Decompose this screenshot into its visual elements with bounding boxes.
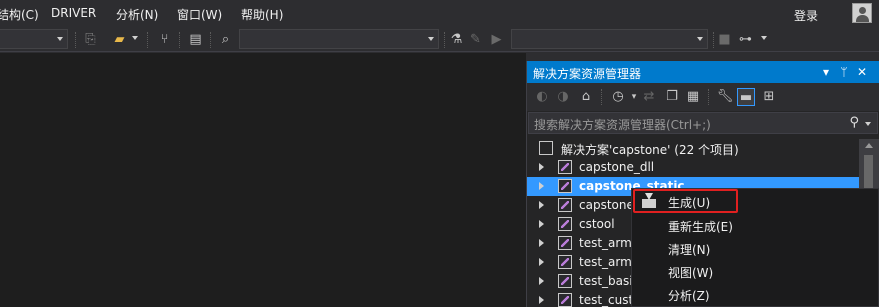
avatar[interactable] <box>852 3 872 23</box>
config-dropdown[interactable] <box>0 29 68 49</box>
context-menu-view[interactable]: 视图(W) <box>632 260 879 282</box>
cpp-project-icon <box>558 160 572 174</box>
toolbar-separator <box>601 89 602 105</box>
expand-arrow-icon[interactable] <box>539 182 544 190</box>
find-icon[interactable]: ⌕ <box>217 31 234 48</box>
stop-icon[interactable]: ■ <box>716 31 733 48</box>
menu-driver[interactable]: DRIVER <box>51 6 96 20</box>
cpp-project-icon <box>558 255 572 269</box>
expand-arrow-icon[interactable] <box>539 201 544 209</box>
hierarchy-icon[interactable]: ⊶ <box>737 31 754 48</box>
properties-icon[interactable]: 🔧︎ <box>716 88 734 106</box>
expand-arrow-icon[interactable] <box>539 220 544 228</box>
context-menu-rebuild[interactable]: 重新生成(E) <box>632 214 879 236</box>
search-options-dropdown-icon[interactable] <box>865 122 871 126</box>
toolbar-separator <box>444 32 445 48</box>
scroll-up-arrow-icon[interactable] <box>865 143 873 148</box>
toolbar-separator <box>708 89 709 105</box>
cpp-project-icon <box>558 198 572 212</box>
menu-bar: 结构(C) DRIVER 分析(N) 窗口(W) 帮助(H) 登录 <box>0 0 879 28</box>
tree-row-capstone-dll[interactable]: capstone_dll <box>527 158 859 177</box>
edit-icon[interactable]: ✎ <box>467 31 484 48</box>
attach-icon[interactable]: ⎘ <box>82 31 99 48</box>
expand-arrow-icon[interactable] <box>539 258 544 266</box>
pin-icon[interactable]: ᛘ <box>836 63 852 81</box>
play-icon[interactable]: ▶ <box>488 31 505 48</box>
cpp-project-icon <box>558 179 572 193</box>
search-input[interactable]: 搜索解决方案资源管理器(Ctrl+;) <box>534 116 711 133</box>
search-icon[interactable]: ⚲ <box>849 115 859 130</box>
highlight-annotation <box>633 189 738 213</box>
debug-target-icon[interactable]: ⚗ <box>448 31 465 48</box>
project-label: capstone_dll <box>579 160 655 174</box>
project-label: capstone <box>579 198 634 212</box>
hierarchy-dropdown[interactable] <box>757 29 767 49</box>
forward-icon[interactable]: ◑ <box>554 88 572 106</box>
expand-arrow-icon[interactable] <box>539 239 544 247</box>
window-position-dropdown-icon[interactable]: ▾ <box>818 63 834 81</box>
solution-explorer-title: 解决方案资源管理器 <box>533 67 642 81</box>
home-icon[interactable]: ⌂ <box>577 88 595 106</box>
login-link[interactable]: 登录 <box>794 7 818 24</box>
cpp-project-icon <box>558 293 572 307</box>
project-label: test_arm <box>579 236 632 250</box>
solution-icon <box>539 141 553 155</box>
back-icon[interactable]: ◐ <box>533 88 551 106</box>
toolbar-separator <box>147 32 148 48</box>
context-menu-clean[interactable]: 清理(N) <box>632 237 879 259</box>
show-all-files-icon[interactable]: ▦ <box>684 88 702 106</box>
menu-structure[interactable]: 结构(C) <box>0 6 39 23</box>
close-icon[interactable]: ✕ <box>854 63 870 81</box>
solution-node[interactable]: 解决方案'capstone' (22 个项目) <box>527 139 859 158</box>
toolbar-separator <box>75 32 76 48</box>
preview-icon[interactable]: ▬ <box>737 88 755 106</box>
project-label: cstool <box>579 217 615 231</box>
find-combo[interactable] <box>239 29 439 49</box>
collapse-all-icon[interactable]: ❐ <box>663 88 681 106</box>
class-view-icon[interactable]: ⊞ <box>760 88 778 106</box>
folder-dropdown[interactable] <box>128 29 138 49</box>
solution-label: 解决方案'capstone' (22 个项目) <box>561 143 739 157</box>
expand-arrow-icon[interactable] <box>539 163 544 171</box>
main-toolbar: ⎘ ▰ ⑂ ▤ ⌕ ⚗ ✎ ▶ ■ ⊶ <box>0 28 879 52</box>
comment-icon[interactable]: ▤ <box>187 31 204 48</box>
branch-icon[interactable]: ⑂ <box>156 31 173 48</box>
cpp-project-icon <box>558 236 572 250</box>
cpp-project-icon <box>558 217 572 231</box>
cpp-project-icon <box>558 274 572 288</box>
context-menu-label: 分析(Z) <box>668 289 710 303</box>
context-menu-label: 重新生成(E) <box>668 220 733 234</box>
toolbar-separator <box>713 32 714 48</box>
menu-window[interactable]: 窗口(W) <box>177 6 222 23</box>
solution-explorer-title-bar: 解决方案资源管理器 ▾ ᛘ ✕ <box>527 61 879 83</box>
solution-explorer-search[interactable]: 搜索解决方案资源管理器(Ctrl+;) ⚲ <box>528 112 878 134</box>
editor-area <box>0 53 526 307</box>
sync-icon[interactable]: ⇄ <box>640 88 658 106</box>
solution-explorer-toolbar: ◐ ◑ ⌂ ◷ ▾ ⇄ ❐ ▦ 🔧︎ ▬ ⊞ <box>527 83 879 111</box>
context-menu-analyze[interactable]: 分析(Z) <box>632 283 879 305</box>
menu-help[interactable]: 帮助(H) <box>241 6 283 23</box>
context-menu-label: 清理(N) <box>668 243 711 257</box>
folder-icon[interactable]: ▰ <box>111 31 128 48</box>
target-combo[interactable] <box>511 29 708 49</box>
toolbar-separator <box>210 32 211 48</box>
context-menu-label: 视图(W) <box>668 266 714 280</box>
expand-arrow-icon[interactable] <box>539 277 544 285</box>
expand-arrow-icon[interactable] <box>539 296 544 304</box>
menu-analyze[interactable]: 分析(N) <box>116 6 158 23</box>
toolbar-separator <box>179 32 180 48</box>
